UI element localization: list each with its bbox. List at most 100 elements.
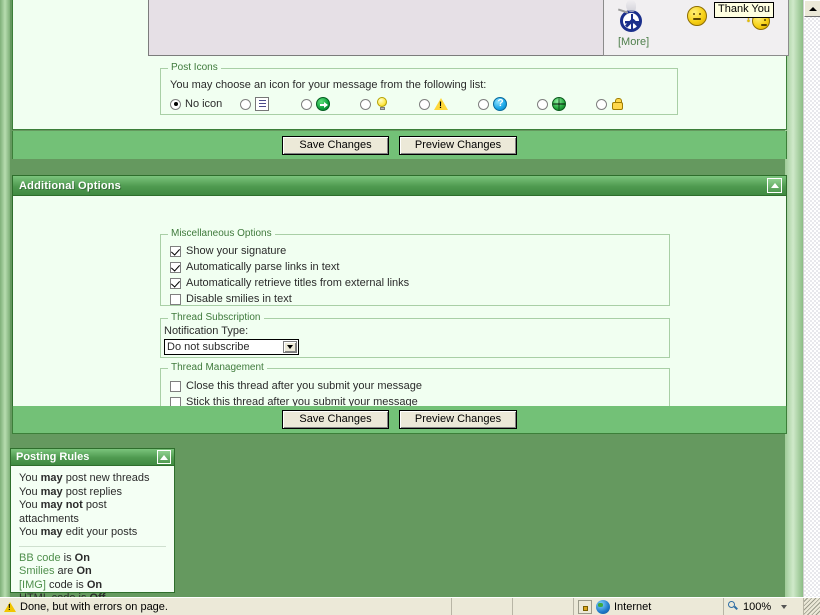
posting-rules-body: You may post new threads You may post re… <box>11 466 174 597</box>
radio-warning[interactable] <box>419 98 430 110</box>
status-spacer-2 <box>513 597 574 615</box>
additional-options-title: Additional Options <box>19 179 121 192</box>
radio-none[interactable] <box>170 98 181 110</box>
post-icon-option-bulb[interactable] <box>360 96 389 112</box>
post-icon-option-warning[interactable] <box>419 96 448 112</box>
checkbox-disable-smilies[interactable] <box>170 293 181 305</box>
permission-line: You may not post attachments <box>19 499 107 525</box>
post-icons-row: No icon <box>170 96 670 112</box>
post-form-top: ! Thank You [More] Post Icons You may ch… <box>12 0 789 130</box>
permission-line: You may post new threads <box>19 472 150 484</box>
browser-window: ! Thank You [More] Post Icons You may ch… <box>0 0 820 615</box>
page-background-band-left <box>0 0 10 597</box>
smiley-tooltip: Thank You <box>714 2 774 18</box>
smilies-panel: ! Thank You [More] <box>603 0 789 56</box>
page-viewport: ! Thank You [More] Post Icons You may ch… <box>0 0 803 597</box>
permission-line: You may edit your posts <box>19 526 138 538</box>
warning-icon <box>434 97 448 111</box>
radio-thumbsup[interactable] <box>596 98 607 110</box>
form-buttons-bottom: Save Changes Preview Changes <box>12 406 787 434</box>
checkbox-show-signature[interactable] <box>170 245 181 257</box>
radio-question[interactable] <box>478 98 489 110</box>
globe-icon <box>552 97 566 111</box>
chevron-down-icon[interactable] <box>781 604 788 609</box>
thread-subscription-fieldset: Thread Subscription Notification Type: D… <box>160 312 670 358</box>
post-icon-option-none[interactable]: No icon <box>170 96 222 112</box>
code-line: BB code is On <box>19 551 90 564</box>
note-icon <box>255 97 269 111</box>
preview-changes-button-top[interactable]: Preview Changes <box>399 135 517 155</box>
permission-line: You may post replies <box>19 485 122 498</box>
notification-type-label: Notification Type: <box>164 325 249 337</box>
page-scrollbar[interactable] <box>803 0 820 597</box>
notification-type-select[interactable]: Do not subscribe <box>164 339 299 355</box>
post-icons-legend: Post Icons <box>168 62 221 73</box>
question-icon <box>493 97 507 111</box>
form-buttons-top: Save Changes Preview Changes <box>12 131 787 159</box>
posting-rules-panel: Posting Rules You may post new threads Y… <box>10 448 175 597</box>
post-icon-option-thumbsup[interactable] <box>596 96 625 112</box>
zoom-pane[interactable]: 100% <box>724 597 804 615</box>
lightbulb-icon <box>375 97 389 111</box>
lock-icon <box>578 599 592 614</box>
save-changes-button-top[interactable]: Save Changes <box>282 135 389 155</box>
post-icon-label-none: No icon <box>185 98 223 110</box>
more-smilies-link[interactable]: [More] <box>618 36 649 48</box>
additional-options-body: Miscellaneous Options Show your signatur… <box>13 196 786 412</box>
radio-arrow[interactable] <box>301 98 312 110</box>
warning-icon <box>4 601 16 612</box>
miscellaneous-options-legend: Miscellaneous Options <box>168 228 275 239</box>
checkbox-row-parse-links[interactable]: Automatically parse links in text <box>170 259 669 275</box>
radio-bulb[interactable] <box>360 98 371 110</box>
label-show-signature: Show your signature <box>186 245 287 257</box>
checkbox-parse-links[interactable] <box>170 261 181 273</box>
security-zone-pane[interactable]: Internet <box>574 597 724 615</box>
checkbox-retrieve-titles[interactable] <box>170 277 181 289</box>
status-message: Done, but with errors on page. <box>20 600 168 613</box>
label-retrieve-titles: Automatically retrieve titles from exter… <box>186 277 410 289</box>
posting-rules-collapse-icon[interactable] <box>157 450 171 464</box>
divider <box>19 545 166 547</box>
post-icons-fieldset: Post Icons You may choose an icon for yo… <box>160 62 678 115</box>
collapse-up-icon[interactable] <box>767 178 782 193</box>
thread-subscription-legend: Thread Subscription <box>168 312 264 323</box>
checkbox-row-show-signature[interactable]: Show your signature <box>170 243 669 259</box>
security-zone-label: Internet <box>614 600 652 613</box>
smilies-link[interactable]: Smilies <box>19 565 54 577</box>
scroll-up-button[interactable] <box>804 0 820 17</box>
notification-type-value: Do not subscribe <box>167 341 250 353</box>
checkbox-row-retrieve-titles[interactable]: Automatically retrieve titles from exter… <box>170 275 669 291</box>
post-icon-option-globe[interactable] <box>537 96 566 112</box>
img-code-link[interactable]: [IMG] <box>19 579 46 591</box>
radio-globe[interactable] <box>537 98 548 110</box>
label-parse-links: Automatically parse links in text <box>186 261 340 273</box>
post-icon-option-arrow[interactable] <box>301 96 330 112</box>
page-background-band-right <box>785 0 803 597</box>
peace-smiley-icon[interactable] <box>620 10 642 32</box>
thread-management-legend: Thread Management <box>168 362 267 373</box>
preview-changes-button-bottom[interactable]: Preview Changes <box>399 410 517 429</box>
save-changes-button-bottom[interactable]: Save Changes <box>282 410 389 429</box>
status-message-pane: Done, but with errors on page. <box>0 597 452 615</box>
checkbox-row-disable-smilies[interactable]: Disable smilies in text <box>170 291 669 307</box>
posting-rules-title: Posting Rules <box>16 451 90 463</box>
chevron-up-icon <box>808 6 817 11</box>
checkbox-row-close-thread[interactable]: Close this thread after you submit your … <box>170 378 669 394</box>
thumbs-up-icon <box>611 97 625 111</box>
additional-options-panel: Additional Options Miscellaneous Options… <box>12 175 787 412</box>
posting-rules-header: Posting Rules <box>11 449 174 466</box>
post-icons-description: You may choose an icon for your message … <box>170 79 487 91</box>
radio-note[interactable] <box>240 98 251 110</box>
status-spacer-1 <box>452 597 513 615</box>
post-icon-option-note[interactable] <box>240 96 269 112</box>
magnifier-icon <box>728 601 739 612</box>
chevron-down-icon[interactable] <box>283 341 297 353</box>
resize-grip[interactable] <box>804 597 820 615</box>
post-icon-option-question[interactable] <box>478 96 507 112</box>
checkbox-close-thread[interactable] <box>170 380 181 392</box>
bbcode-link[interactable]: BB code <box>19 552 61 564</box>
label-disable-smilies: Disable smilies in text <box>186 293 292 305</box>
additional-options-header: Additional Options <box>13 176 786 196</box>
miscellaneous-options-fieldset: Miscellaneous Options Show your signatur… <box>160 228 670 307</box>
smoking-smiley-icon[interactable] <box>687 6 707 26</box>
